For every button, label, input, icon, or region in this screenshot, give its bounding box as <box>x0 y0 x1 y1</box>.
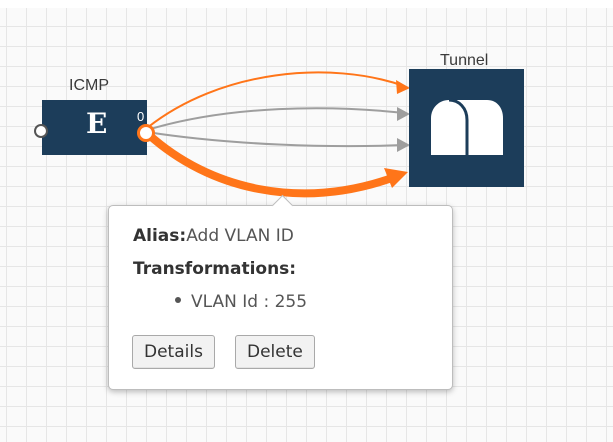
link-selected[interactable] <box>144 130 396 198</box>
alias-row: Alias:Add VLAN ID <box>133 226 294 246</box>
tunnel-node[interactable] <box>409 69 524 187</box>
transformations-heading: Transformations: <box>133 259 296 279</box>
output-port[interactable] <box>137 124 155 142</box>
transformation-text: VLAN Id : 255 <box>191 292 308 312</box>
output-port-number: 0 <box>137 109 145 124</box>
link-gray-1[interactable] <box>146 107 405 131</box>
transformation-item: VLAN Id : 255 <box>175 292 307 312</box>
alias-label: Alias: <box>133 226 187 246</box>
alias-value: Add VLAN ID <box>186 226 294 246</box>
application-filter-icon: 𝐄 <box>86 107 108 140</box>
link-details-popup: Alias:Add VLAN ID Transformations: VLAN … <box>108 194 453 390</box>
arrowhead-orange-upper <box>396 80 410 94</box>
icmp-node-label: ICMP <box>69 77 109 94</box>
tunnel-node-label: Tunnel <box>440 52 489 69</box>
bullet-icon <box>175 297 181 303</box>
delete-button[interactable]: Delete <box>235 335 315 369</box>
transformations-label: Transformations: <box>133 259 297 279</box>
icmp-node[interactable]: 𝐄 0 <box>42 100 147 155</box>
input-port[interactable] <box>34 124 48 138</box>
topology-canvas[interactable]: ICMP 𝐄 0 Tunnel Alias:Add VLAN ID Transf… <box>0 0 613 442</box>
tunnel-icon <box>431 98 503 157</box>
details-button[interactable]: Details <box>132 335 215 369</box>
link-gray-2[interactable] <box>146 131 405 148</box>
